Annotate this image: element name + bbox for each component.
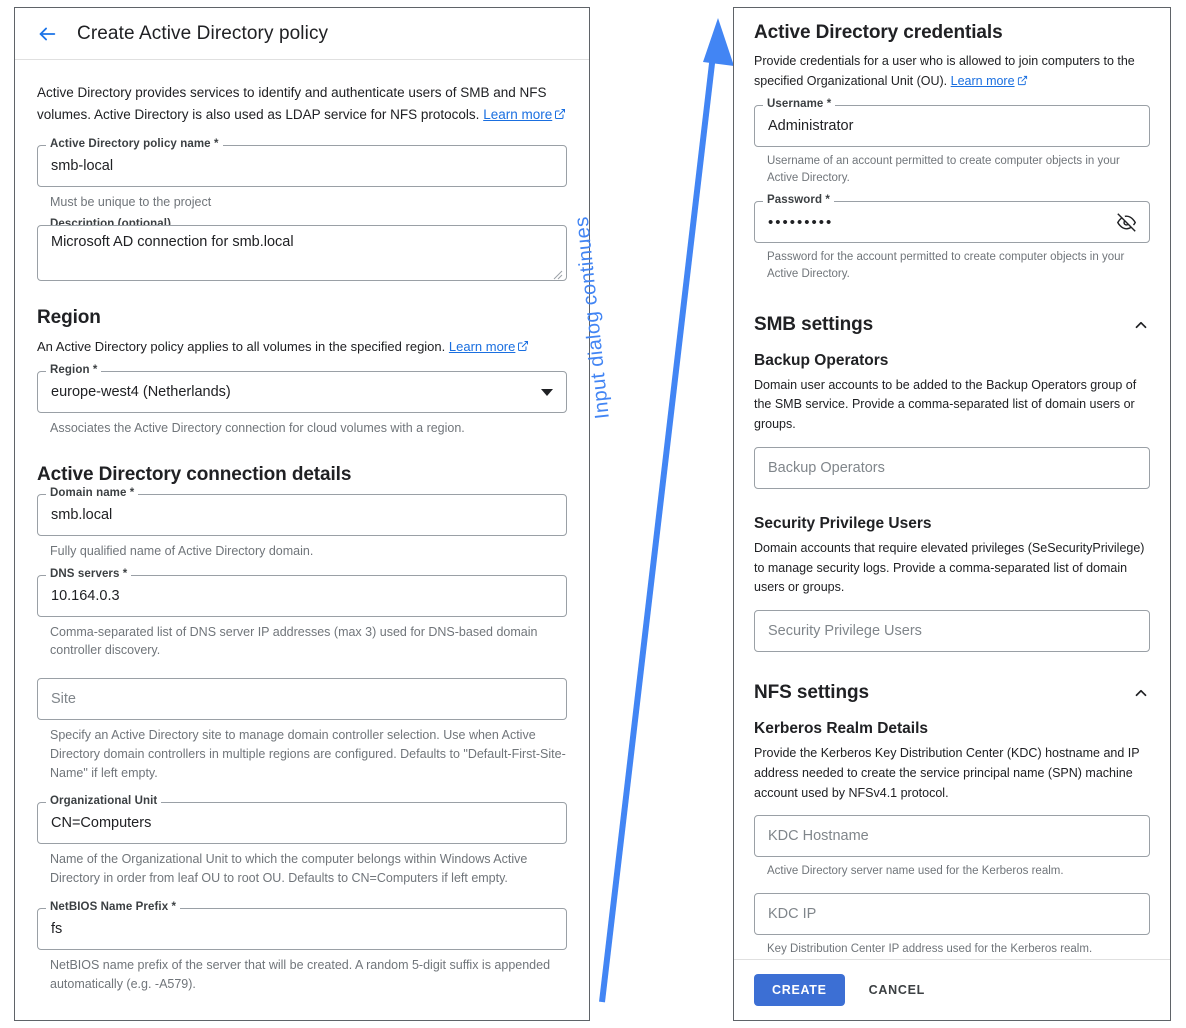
nfs-settings-heading: NFS settings [754,682,869,703]
dialog-footer: CREATE CANCEL [734,959,1170,1020]
organizational-unit-input[interactable]: CN=Computers [37,802,567,845]
backup-operators-field[interactable]: Backup Operators [754,446,1150,489]
external-link-icon [1017,73,1028,93]
username-input[interactable]: Administrator [754,104,1150,147]
organizational-unit-label: Organizational Unit [46,795,162,808]
netbios-prefix-hint: NetBIOS name prefix of the server that w… [50,957,551,991]
netbios-prefix-label: NetBIOS Name Prefix * [46,900,181,913]
password-label: Password * [763,194,834,206]
back-arrow-icon[interactable] [35,22,59,46]
region-select-field[interactable]: Region * europe-west4 (Netherlands) [37,364,567,413]
security-privilege-users-field[interactable]: Security Privilege Users [754,610,1150,652]
credentials-desc-text: Provide credentials for a user who is al… [754,54,1135,88]
security-privilege-users-input[interactable]: Security Privilege Users [754,610,1150,652]
intro-paragraph: Active Directory provides services to id… [37,82,567,127]
credentials-desc: Provide credentials for a user who is al… [754,52,1150,93]
kerberos-desc: Provide the Kerberos Key Distribution Ce… [754,746,1140,800]
domain-name-input[interactable]: smb.local [37,493,567,536]
region-select[interactable]: europe-west4 (Netherlands) [37,371,567,413]
policy-name-label: Active Directory policy name * [46,137,223,150]
dns-servers-field[interactable]: DNS servers * 10.164.0.3 [37,567,567,617]
region-learn-more-link[interactable]: Learn more [449,339,515,354]
dns-servers-label: DNS servers * [46,567,132,580]
region-selected-value: europe-west4 (Netherlands) [51,384,231,400]
kdc-hostname-hint: Active Directory server name used for th… [767,865,1064,878]
region-section-desc: An Active Directory policy applies to al… [37,337,567,359]
kdc-hostname-input[interactable]: KDC Hostname [754,815,1150,858]
organizational-unit-hint: Name of the Organizational Unit to which… [50,852,528,885]
credentials-heading: Active Directory credentials [754,22,1003,43]
chevron-up-icon[interactable] [1132,684,1150,702]
username-field[interactable]: Username * Administrator [754,97,1150,147]
kdc-hostname-field[interactable]: KDC Hostname [754,815,1150,858]
organizational-unit-field[interactable]: Organizational Unit CN=Computers [37,795,567,845]
chevron-up-icon[interactable] [1132,316,1150,334]
connection-details-heading: Active Directory connection details [37,463,352,485]
dialog-header: Create Active Directory policy [15,8,589,60]
region-section-heading: Region [37,307,101,329]
domain-name-hint: Fully qualified name of Active Directory… [50,543,314,558]
description-field[interactable]: Description (optional) Microsoft AD conn… [37,218,567,282]
external-link-icon [554,105,566,127]
eye-off-icon[interactable] [1117,212,1136,232]
annotation-arrow [599,18,734,1003]
page-title: Create Active Directory policy [77,22,329,44]
domain-name-label: Domain name * [46,486,139,499]
domain-name-field[interactable]: Domain name * smb.local [37,486,567,536]
security-privilege-users-heading: Security Privilege Users [754,514,932,532]
dns-servers-input[interactable]: 10.164.0.3 [37,574,567,617]
site-input[interactable]: Site [37,678,567,720]
left-dialog-body: Active Directory provides services to id… [15,60,589,993]
smb-settings-heading: SMB settings [754,313,874,335]
chevron-down-icon[interactable] [541,388,553,396]
netbios-prefix-field[interactable]: NetBIOS Name Prefix * fs [37,900,567,950]
right-dialog-body: Active Directory credentials Provide cre… [734,8,1170,1020]
description-value: Microsoft AD connection for smb.local [51,234,294,251]
username-label: Username * [763,97,836,110]
nfs-settings-toggle[interactable]: NFS settings [754,682,1150,704]
resize-grip-icon[interactable] [553,268,563,280]
screenshot-root: Create Active Directory policy Active Di… [0,0,1186,1028]
policy-name-hint: Must be unique to the project [50,194,212,209]
kdc-ip-field[interactable]: KDC IP [754,892,1150,935]
policy-name-input[interactable]: smb-local [37,144,567,187]
create-ad-policy-dialog-left: Create Active Directory policy Active Di… [14,7,590,1021]
kdc-ip-hint: Key Distribution Center IP address used … [767,942,1093,955]
description-textarea[interactable]: Microsoft AD connection for smb.local [37,225,567,282]
password-field[interactable]: Password * ••••••••• [754,194,1150,243]
credentials-learn-more-link[interactable]: Learn more [951,74,1015,88]
backup-operators-desc: Domain user accounts to be added to the … [754,377,1137,432]
password-hint: Password for the account permitted to cr… [767,251,1125,281]
kerberos-heading: Kerberos Realm Details [754,720,929,737]
site-field[interactable]: Site [37,678,567,720]
username-hint: Username of an account permitted to crea… [767,154,1120,184]
dns-servers-hint: Comma-separated list of DNS server IP ad… [50,624,538,658]
backup-operators-heading: Backup Operators [754,351,889,369]
netbios-prefix-input[interactable]: fs [37,907,567,950]
intro-text: Active Directory provides services to id… [37,85,547,122]
region-label: Region * [46,364,102,376]
security-privilege-users-desc: Domain accounts that require elevated pr… [754,540,1145,595]
site-hint: Specify an Active Directory site to mana… [50,728,566,780]
create-ad-policy-dialog-right: Active Directory credentials Provide cre… [733,7,1171,1021]
region-hint: Associates the Active Directory connecti… [50,421,465,435]
external-link-icon [517,338,529,359]
smb-settings-toggle[interactable]: SMB settings [754,314,1150,336]
cancel-button[interactable]: CANCEL [859,974,935,1006]
intro-learn-more-link[interactable]: Learn more [483,107,552,122]
policy-name-field[interactable]: Active Directory policy name * smb-local [37,137,567,187]
backup-operators-input[interactable]: Backup Operators [754,446,1150,489]
create-button[interactable]: CREATE [754,974,845,1006]
region-desc-text: An Active Directory policy applies to al… [37,339,446,355]
password-value: ••••••••• [768,213,834,231]
kdc-ip-input[interactable]: KDC IP [754,892,1150,935]
password-input[interactable]: ••••••••• [754,201,1150,243]
